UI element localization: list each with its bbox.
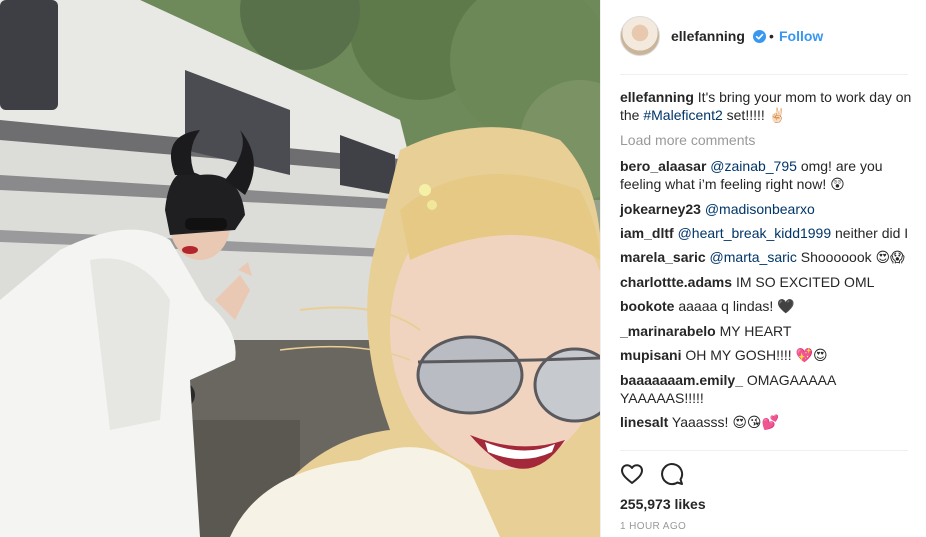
comment-icon[interactable] xyxy=(660,462,684,486)
comment-row: iam_dltf @heart_break_kidd1999 neither d… xyxy=(620,224,912,242)
comment-username[interactable]: marela_saric xyxy=(620,249,706,265)
comment-username[interactable]: bookote xyxy=(620,298,674,314)
comment-row: linesalt Yaaasss! 😍😘💕 xyxy=(620,413,912,432)
comment-text: Shooooook xyxy=(800,249,872,265)
post-sidebar: ellefanning • Follow ellefanning It's br… xyxy=(600,0,926,537)
comment-mention[interactable]: @zainab_795 xyxy=(710,158,797,174)
comment-username[interactable]: jokearney23 xyxy=(620,201,701,217)
comment-text: IM SO EXCITED OML xyxy=(735,274,875,290)
comment-row: _marinarabelo MY HEART xyxy=(620,322,912,340)
comment-row: jokearney23 @madisonbearxo xyxy=(620,200,912,218)
comment-emoji: 😲 xyxy=(830,177,845,193)
comment-emoji: 😍😘💕 xyxy=(732,415,779,431)
comment-mention[interactable]: @madisonbearxo xyxy=(705,201,815,217)
comment-list: bero_alaasar @zainab_795 omg! are you fe… xyxy=(620,157,912,432)
comment-username[interactable]: charlottte.adams xyxy=(620,274,732,290)
comment-row: charlottte.adams IM SO EXCITED OML xyxy=(620,273,912,291)
comment-emoji: 💖😍 xyxy=(795,348,828,364)
comment-username[interactable]: mupisani xyxy=(620,347,681,363)
comment-row: mupisani OH MY GOSH!!!! 💖😍 xyxy=(620,346,912,365)
caption-hashtag[interactable]: #Maleficent2 xyxy=(643,107,722,123)
author-username[interactable]: ellefanning xyxy=(671,28,745,44)
comment-username[interactable]: baaaaaaam.emily_ xyxy=(620,372,743,388)
comment-username[interactable]: _marinarabelo xyxy=(620,323,716,339)
caption-text-after: set!!!!! xyxy=(726,107,765,123)
comment-username[interactable]: bero_alaasar xyxy=(620,158,706,174)
header-divider xyxy=(620,74,908,75)
post-timestamp: 1 HOUR AGO xyxy=(620,521,687,532)
comment-mention[interactable]: @heart_break_kidd1999 xyxy=(678,225,832,241)
post-photo[interactable] xyxy=(0,0,600,537)
comment-text: MY HEART xyxy=(719,323,792,339)
comment-mention[interactable]: @marta_saric xyxy=(710,249,797,265)
comment-row: baaaaaaam.emily_ OMAGAAAAA YAAAAAS!!!!! xyxy=(620,371,912,407)
comment-text: aaaaa q lindas! xyxy=(678,298,774,314)
caption-username[interactable]: ellefanning xyxy=(620,89,694,105)
photo-illustration xyxy=(0,0,600,537)
actions-divider xyxy=(620,450,908,451)
likes-count[interactable]: 255,973 likes xyxy=(620,496,706,512)
post-header: ellefanning • Follow xyxy=(601,0,926,74)
load-more-comments-button[interactable]: Load more comments xyxy=(620,131,912,149)
verified-badge-icon xyxy=(753,30,766,43)
comment-emoji: 😍😱 xyxy=(875,250,905,266)
comment-emoji: 🖤 xyxy=(777,299,795,315)
caption: ellefanning It's bring your mom to work … xyxy=(620,88,912,125)
comment-row: bero_alaasar @zainab_795 omg! are you fe… xyxy=(620,157,912,194)
comment-username[interactable]: linesalt xyxy=(620,414,668,430)
comment-text: neither did I xyxy=(835,225,909,241)
comment-username[interactable]: iam_dltf xyxy=(620,225,674,241)
comment-row: marela_saric @marta_saric Shooooook 😍😱 xyxy=(620,248,912,267)
heart-icon[interactable] xyxy=(620,462,644,486)
comment-text: OH MY GOSH!!!! xyxy=(685,347,792,363)
caption-emoji: ✌🏻 xyxy=(768,108,787,124)
avatar[interactable] xyxy=(620,16,660,56)
comments-section: ellefanning It's bring your mom to work … xyxy=(620,88,912,438)
follow-button[interactable]: Follow xyxy=(779,28,823,44)
comment-row: bookote aaaaa q lindas! 🖤 xyxy=(620,297,912,316)
comment-text: Yaaasss! xyxy=(671,414,729,430)
header-separator: • xyxy=(769,28,774,44)
